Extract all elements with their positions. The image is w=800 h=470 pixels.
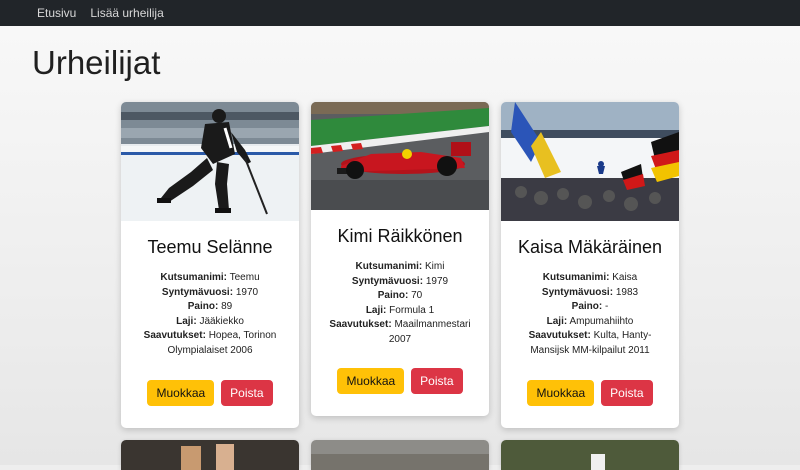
athlete-card-partial	[501, 440, 679, 470]
athlete-card: Teemu Selänne Kutsumanimi: Teemu Syntymä…	[121, 102, 299, 428]
athlete-photo-formula1	[311, 102, 489, 210]
nickname-label: Kutsumanimi:	[542, 272, 610, 283]
weight-value: 70	[411, 290, 423, 301]
nav-home-link[interactable]: Etusivu	[37, 6, 76, 20]
nickname-value: Teemu	[229, 272, 260, 283]
athlete-card: Kaisa Mäkäräinen Kutsumanimi: Kaisa Synt…	[501, 102, 679, 428]
weight-label: Paino:	[571, 301, 603, 312]
sport-label: Laji:	[546, 315, 568, 327]
weight-value: -	[605, 301, 609, 312]
nickname-label: Kutsumanimi:	[160, 272, 228, 283]
achievements-label: Saavutukset:	[329, 319, 392, 330]
birth-year-label: Syntymävuosi:	[351, 275, 424, 287]
birth-year-value: 1970	[235, 286, 259, 298]
athlete-photo-biathlon	[501, 102, 679, 221]
sport-label: Laji:	[365, 304, 387, 316]
athlete-name: Kimi Räikkönen	[337, 226, 463, 246]
nav-add-athlete-link[interactable]: Lisää urheilija	[90, 6, 163, 20]
athlete-details: Kutsumanimi: Teemu Syntymävuosi: 1970 Pa…	[131, 271, 289, 358]
page-title: Urheilijat	[32, 44, 161, 81]
athlete-card: Kimi Räikkönen Kutsumanimi: Kimi Syntymä…	[311, 102, 489, 416]
sport-label: Laji:	[176, 315, 197, 327]
athlete-photo-hockey	[121, 102, 299, 221]
athlete-card-partial	[311, 440, 489, 470]
delete-button[interactable]: Poista	[411, 368, 463, 394]
sport-value: Ampumahiihto	[569, 315, 634, 327]
sport-value: Jääkiekko	[199, 315, 244, 327]
birth-year-value: 1979	[425, 275, 449, 287]
nickname-label: Kutsumanimi:	[355, 261, 423, 272]
athlete-name: Kaisa Mäkäräinen	[517, 237, 663, 257]
athlete-details: Kutsumanimi: Kimi Syntymävuosi: 1979 Pai…	[321, 260, 479, 347]
achievements-label: Saavutukset:	[528, 330, 591, 341]
birth-year-label: Syntymävuosi:	[541, 286, 614, 298]
nickname-value: Kimi	[425, 261, 445, 272]
weight-label: Paino:	[187, 301, 219, 312]
achievements-label: Saavutukset:	[143, 330, 206, 341]
edit-button[interactable]: Muokkaa	[527, 380, 595, 406]
delete-button[interactable]: Poista	[601, 380, 653, 406]
athlete-name: Teemu Selänne	[147, 237, 273, 257]
athlete-card-partial	[121, 440, 299, 470]
weight-label: Paino:	[377, 290, 409, 301]
delete-button[interactable]: Poista	[221, 380, 273, 406]
edit-button[interactable]: Muokkaa	[337, 368, 405, 394]
edit-button[interactable]: Muokkaa	[147, 380, 215, 406]
nickname-value: Kaisa	[612, 272, 638, 283]
birth-year-label: Syntymävuosi:	[161, 286, 234, 298]
top-navbar: Etusivu Lisää urheilija	[0, 0, 800, 26]
weight-value: 89	[221, 301, 233, 312]
sport-value: Formula 1	[389, 304, 435, 316]
birth-year-value: 1983	[615, 286, 639, 298]
achievements-value: Maailmanmestari 2007	[388, 319, 471, 345]
athlete-details: Kutsumanimi: Kaisa Syntymävuosi: 1983 Pa…	[511, 271, 669, 358]
